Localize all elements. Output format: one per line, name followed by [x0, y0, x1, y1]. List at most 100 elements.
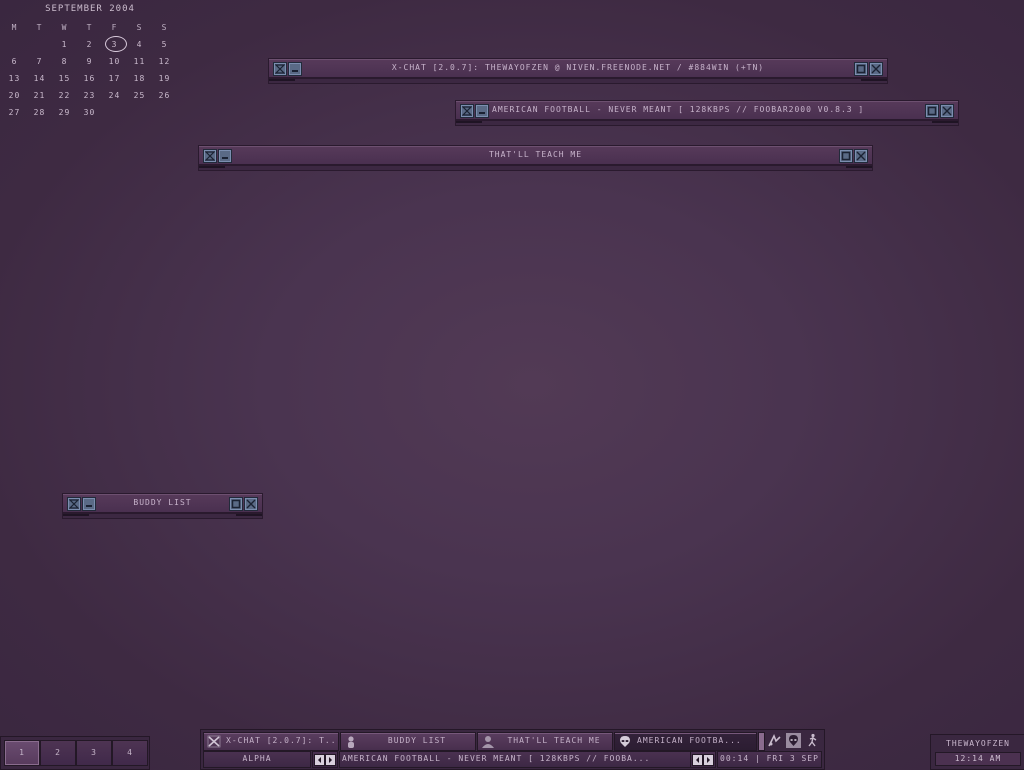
next-arrow-icon[interactable] [703, 754, 714, 766]
calendar-title: SEPTEMBER 2004 [45, 4, 135, 14]
calendar-day[interactable]: 5 [152, 40, 177, 49]
calendar-day[interactable]: 26 [152, 91, 177, 100]
calendar-day[interactable]: 6 [2, 57, 27, 66]
calendar-weekday: F [111, 23, 118, 32]
workspace-name: ALPHA [203, 751, 311, 768]
xchat-window[interactable]: X-CHAT [2.0.7]: THEWAYOFZEN @ NIVEN.FREE… [268, 58, 888, 84]
maximize-button[interactable] [839, 149, 853, 163]
close-button[interactable] [854, 149, 868, 163]
buddy-icon [348, 736, 354, 748]
calendar-day[interactable]: 8 [52, 57, 77, 66]
prev-arrow-icon[interactable] [314, 754, 325, 766]
maximize-button[interactable] [925, 104, 939, 118]
calendar-day[interactable]: 18 [127, 74, 152, 83]
clock-strip: 00:14 | FRI 3 SEP [717, 751, 822, 768]
xchat-titlebar[interactable]: X-CHAT [2.0.7]: THEWAYOFZEN @ NIVEN.FREE… [268, 58, 888, 78]
foobar-titlebar[interactable]: AMERICAN FOOTBALL - NEVER MEANT [ 128KBP… [455, 100, 959, 120]
calendar-day[interactable]: 11 [127, 57, 152, 66]
calendar-day[interactable]: 29 [52, 108, 77, 117]
task-buddy-list[interactable]: BUDDY LIST [340, 732, 476, 751]
user-clock-widget: THEWAYOFZEN 12:14 AM [930, 734, 1024, 770]
calendar-day[interactable]: 13 [2, 74, 27, 83]
teach-titlebar[interactable]: THAT'LL TEACH ME [198, 145, 873, 165]
calendar-day[interactable]: 16 [77, 74, 102, 83]
close-button[interactable] [244, 497, 258, 511]
clock-arrows [690, 751, 716, 768]
task-xchat[interactable]: X-CHAT [2.0.7]: T... [203, 732, 339, 751]
calendar-day[interactable]: 2 [77, 40, 102, 49]
minimize-button[interactable] [218, 149, 232, 163]
maximize-button[interactable] [229, 497, 243, 511]
window-frame-bottom [455, 120, 959, 126]
calendar-day[interactable]: 19 [152, 74, 177, 83]
minimize-button[interactable] [82, 497, 96, 511]
calendar-day[interactable]: 7 [27, 57, 52, 66]
window-title: BUDDY LIST [133, 498, 192, 507]
window-menu-icon[interactable] [460, 104, 474, 118]
task-label: THAT'LL TEACH ME [507, 736, 601, 745]
alien-icon [620, 736, 630, 747]
alien-tray-icon[interactable] [786, 733, 801, 748]
calendar-day[interactable]: 1 [52, 40, 77, 49]
desktop-4-button[interactable]: 4 [112, 740, 148, 766]
calendar-widget: SEPTEMBER 2004 M T W T F S S 1 2 3 4 5 6 7 8 9 10 11 12 13 1… [0, 0, 180, 125]
calendar-day[interactable]: 10 [102, 57, 127, 66]
buddy-list-window[interactable]: BUDDY LIST [62, 493, 263, 519]
calendar-day[interactable]: 30 [77, 108, 102, 117]
window-menu-icon[interactable] [273, 62, 287, 76]
maximize-button[interactable] [854, 62, 868, 76]
taskbar: X-CHAT [2.0.7]: T... BUDDY LIST THAT'LL … [200, 729, 825, 770]
calendar-day[interactable]: 15 [52, 74, 77, 83]
window-title: X-CHAT [2.0.7]: THEWAYOFZEN @ NIVEN.FREE… [391, 63, 765, 72]
calendar-weekday: T [86, 23, 93, 32]
clock-time: 12:14 AM [935, 752, 1021, 766]
minimize-button[interactable] [288, 62, 302, 76]
calendar-day[interactable]: 3 [102, 36, 127, 52]
task-foobar[interactable]: AMERICAN FOOTBA... [614, 732, 757, 751]
desktop-pager: 1 2 3 4 [0, 736, 150, 770]
calendar-day[interactable]: 14 [27, 74, 52, 83]
username-label: THEWAYOFZEN [946, 739, 1010, 748]
task-label: AMERICAN FOOTBA... [637, 736, 742, 745]
close-button[interactable] [940, 104, 954, 118]
minimize-button[interactable] [475, 104, 489, 118]
calendar-day[interactable]: 20 [2, 91, 27, 100]
calendar-day[interactable]: 9 [77, 57, 102, 66]
now-playing: AMERICAN FOOTBALL - NEVER MEANT [ 128KBP… [339, 751, 691, 768]
teach-window[interactable]: THAT'LL TEACH ME [198, 145, 873, 171]
calendar-day[interactable]: 12 [152, 57, 177, 66]
calendar-day[interactable]: 25 [127, 91, 152, 100]
calendar-day[interactable]: 28 [27, 108, 52, 117]
calendar-weekday: T [36, 23, 43, 32]
prev-arrow-icon[interactable] [692, 754, 703, 766]
calendar-day[interactable]: 27 [2, 108, 27, 117]
window-menu-icon[interactable] [67, 497, 81, 511]
tray-separator [758, 732, 765, 751]
desktop-3-button[interactable]: 3 [76, 740, 112, 766]
calendar-weekday: M [11, 23, 18, 32]
task-label: BUDDY LIST [387, 736, 447, 745]
close-button[interactable] [869, 62, 883, 76]
xchat-icon [207, 735, 221, 748]
foobar-window[interactable]: AMERICAN FOOTBALL - NEVER MEANT [ 128KBP… [455, 100, 959, 126]
window-frame-bottom [62, 513, 263, 519]
desktop-2-button[interactable]: 2 [40, 740, 76, 766]
window-frame-bottom [198, 165, 873, 171]
calendar-weekday: W [61, 23, 68, 32]
calendar-day[interactable]: 24 [102, 91, 127, 100]
mixer-icon[interactable] [767, 733, 782, 748]
calendar-day[interactable]: 4 [127, 40, 152, 49]
calendar-day[interactable]: 21 [27, 91, 52, 100]
calendar-day[interactable]: 17 [102, 74, 127, 83]
next-arrow-icon[interactable] [325, 754, 336, 766]
calendar-day[interactable]: 22 [52, 91, 77, 100]
desktop-1-button[interactable]: 1 [4, 740, 40, 766]
calendar-weekday: S [161, 23, 168, 32]
buddy-list-titlebar[interactable]: BUDDY LIST [62, 493, 263, 513]
runner-icon[interactable] [805, 733, 820, 748]
calendar-weekday: S [136, 23, 143, 32]
window-title: THAT'LL TEACH ME [488, 150, 583, 159]
task-teach[interactable]: THAT'LL TEACH ME [477, 732, 613, 751]
window-menu-icon[interactable] [203, 149, 217, 163]
calendar-day[interactable]: 23 [77, 91, 102, 100]
